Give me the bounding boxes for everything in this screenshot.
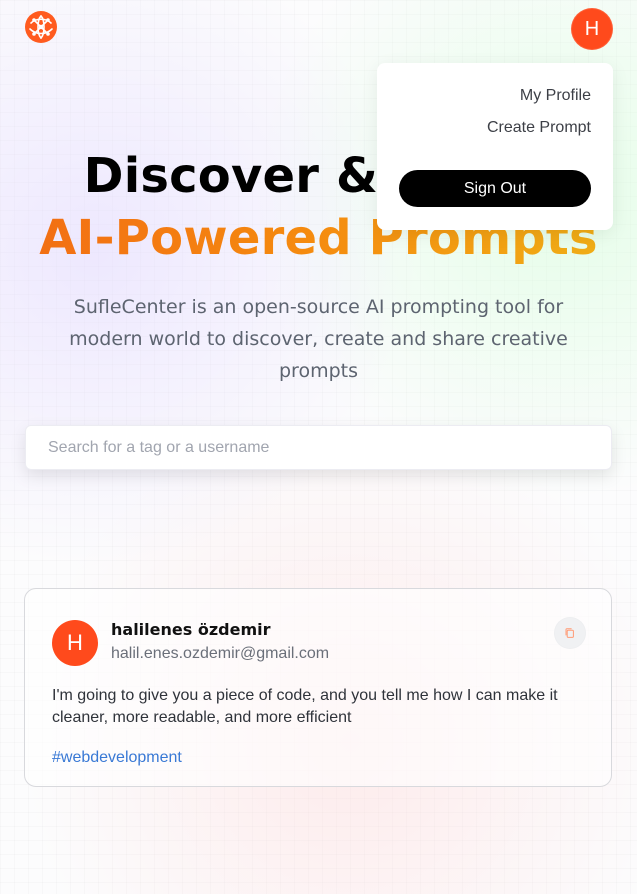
prompt-card: H halilenes özdemir halil.enes.ozdemir@g… — [24, 588, 612, 787]
menu-item-create-prompt[interactable]: Create Prompt — [487, 118, 591, 137]
sign-out-button[interactable]: Sign Out — [399, 170, 591, 207]
author-email: halil.enes.ozdemir@gmail.com — [111, 645, 330, 662]
copy-icon — [565, 628, 574, 638]
menu-item-my-profile[interactable]: My Profile — [520, 86, 591, 105]
prompt-text: I'm going to give you a piece of code, a… — [52, 687, 558, 726]
hero-description: SufleCenter is an open-source AI prompti… — [69, 296, 568, 382]
globe-network-icon[interactable] — [24, 10, 58, 44]
copy-button[interactable] — [554, 617, 586, 649]
user-avatar-button[interactable]: H — [571, 8, 613, 50]
author-name[interactable]: halilenes özdemir — [111, 620, 270, 639]
author-avatar: H — [52, 620, 98, 666]
profile-dropdown-menu: My Profile Create Prompt Sign Out — [377, 63, 613, 230]
search-input[interactable] — [25, 425, 612, 470]
prompt-tag-link[interactable]: #webdevelopment — [52, 749, 182, 767]
